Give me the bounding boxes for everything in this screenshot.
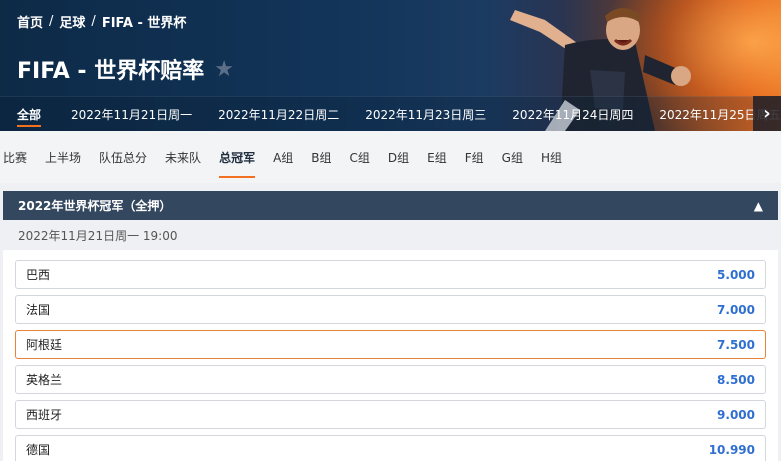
odds-row-england[interactable]: 英格兰 8.500	[15, 365, 766, 394]
odds-price: 9.000	[717, 407, 755, 422]
market-selections: 巴西 5.000 法国 7.000 阿根廷 7.500 英格兰 8.500 西班…	[3, 250, 778, 461]
date-tab[interactable]: 2022年11月24日周四	[499, 97, 646, 131]
filter-tab-group-c[interactable]: C组	[341, 131, 379, 183]
chevron-right-icon[interactable]: ›	[753, 96, 781, 131]
odds-price: 5.000	[717, 267, 755, 282]
team-name: 英格兰	[26, 373, 63, 387]
header-banner: 首页 / 足球 / FIFA - 世界杯 FIFA - 世界杯赔率 ★ 全部 2…	[0, 0, 781, 131]
breadcrumb-home[interactable]: 首页	[17, 12, 43, 31]
team-name: 西班牙	[26, 408, 63, 422]
filter-tab-group-h[interactable]: H组	[532, 131, 571, 183]
filter-tab-future-teams[interactable]: 未来队	[156, 131, 210, 183]
odds-row-argentina[interactable]: 阿根廷 7.500	[15, 330, 766, 359]
filter-tab-group-b[interactable]: B组	[302, 131, 340, 183]
breadcrumb-separator: /	[91, 14, 96, 29]
odds-price: 7.500	[717, 337, 755, 352]
odds-row-spain[interactable]: 西班牙 9.000	[15, 400, 766, 429]
date-tab-all[interactable]: 全部	[0, 97, 58, 131]
market-datetime: 2022年11月21日周一 19:00	[3, 220, 778, 250]
team-name: 法国	[26, 303, 51, 317]
team-name: 德国	[26, 443, 51, 457]
filter-tab-group-f[interactable]: F组	[456, 131, 493, 183]
filter-tab-team-totals[interactable]: 队伍总分	[90, 131, 156, 183]
odds-row-brazil[interactable]: 巴西 5.000	[15, 260, 766, 289]
team-name: 阿根廷	[26, 338, 63, 352]
date-tab[interactable]: 2022年11月21日周一	[58, 97, 205, 131]
odds-row-germany[interactable]: 德国 10.990	[15, 435, 766, 461]
team-name: 巴西	[26, 268, 51, 282]
market-header[interactable]: 2022年世界杯冠军（全押） ▲	[3, 191, 778, 220]
filter-tab-group-g[interactable]: G组	[493, 131, 532, 183]
breadcrumb: 首页 / 足球 / FIFA - 世界杯	[17, 12, 186, 31]
odds-row-france[interactable]: 法国 7.000	[15, 295, 766, 324]
filter-tab-group-a[interactable]: A组	[264, 131, 302, 183]
star-icon[interactable]: ★	[214, 57, 234, 82]
filter-tab-first-half[interactable]: 上半场	[36, 131, 90, 183]
market-filter-tabs: 比赛 上半场 队伍总分 未来队 总冠军 A组 B组 C组 D组 E组 F组 G组…	[0, 131, 781, 183]
filter-tab-outright-winner[interactable]: 总冠军	[210, 131, 264, 183]
filter-tab-matches[interactable]: 比赛	[3, 131, 36, 183]
page-title: FIFA - 世界杯赔率	[17, 59, 205, 84]
chevron-up-icon[interactable]: ▲	[754, 199, 763, 213]
date-tab[interactable]: 2022年11月23日周三	[352, 97, 499, 131]
date-tabs: 全部 2022年11月21日周一 2022年11月22日周二 2022年11月2…	[0, 96, 781, 131]
breadcrumb-world-cup[interactable]: FIFA - 世界杯	[102, 12, 187, 31]
filter-tab-group-e[interactable]: E组	[418, 131, 456, 183]
market-title: 2022年世界杯冠军（全押）	[18, 199, 172, 213]
breadcrumb-football[interactable]: 足球	[59, 12, 85, 31]
filter-tab-group-d[interactable]: D组	[379, 131, 418, 183]
date-tab[interactable]: 2022年11月22日周二	[205, 97, 352, 131]
page-title-row: FIFA - 世界杯赔率 ★	[17, 53, 234, 85]
odds-price: 7.000	[717, 302, 755, 317]
odds-price: 8.500	[717, 372, 755, 387]
breadcrumb-separator: /	[49, 14, 54, 29]
odds-price: 10.990	[708, 442, 755, 457]
